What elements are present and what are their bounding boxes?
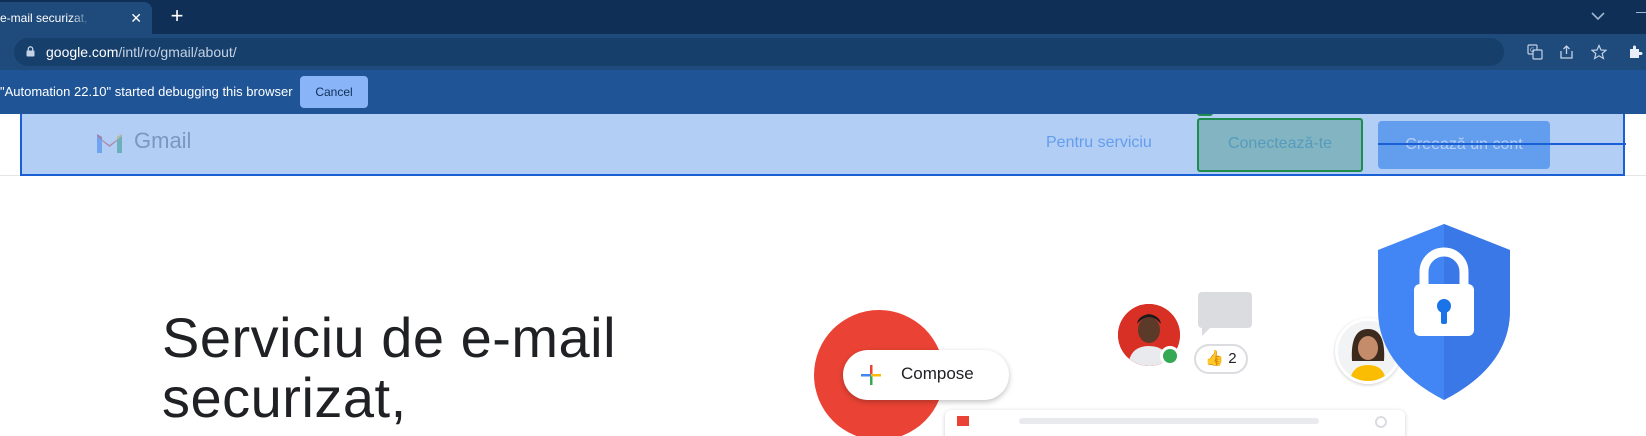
tab-title: Gmail: e-mail securizat, privat și gratu… <box>0 11 90 25</box>
sign-in-button[interactable]: Conectează-te <box>1197 118 1363 170</box>
star-icon[interactable] <box>1591 44 1607 60</box>
thumbs-up-icon: 👍 <box>1205 350 1225 367</box>
tab-search-icon[interactable] <box>1588 6 1608 26</box>
reaction-chip: 👍 2 <box>1194 344 1248 374</box>
compose-label: Compose <box>901 364 974 383</box>
tab-close-icon[interactable]: ✕ <box>130 2 142 34</box>
gmail-mini-icon <box>957 416 969 426</box>
plus-icon <box>861 365 881 385</box>
browser-toolbar: google.com/intl/ro/gmail/about/ G <box>0 34 1646 70</box>
browser-tab[interactable]: Gmail: e-mail securizat, privat și gratu… <box>0 2 152 34</box>
new-tab-button[interactable]: + <box>164 4 190 30</box>
for-work-link[interactable]: Pentru serviciu <box>1046 134 1152 152</box>
hero-title: Serviciu de e-mail securizat, <box>162 308 682 428</box>
online-status-badge <box>1160 346 1180 366</box>
extensions-icon[interactable] <box>1627 44 1643 60</box>
svg-text:G: G <box>1530 47 1535 54</box>
logo-text[interactable]: Gmail <box>134 128 191 154</box>
hero-title-line-2: securizat, <box>162 366 407 429</box>
site-header: Gmail Pentru serviciu Conectează-te Cree… <box>0 114 1646 176</box>
lock-icon[interactable] <box>26 46 35 57</box>
infobar-message: "Automation 22.10" started debugging thi… <box>0 84 293 99</box>
target-icon <box>1197 114 1213 116</box>
translate-icon[interactable]: G <box>1527 44 1543 60</box>
hero-title-line-1: Serviciu de e-mail <box>162 306 617 369</box>
cancel-button[interactable]: Cancel <box>300 76 368 108</box>
page-content: Gmail Pentru serviciu Conectează-te Cree… <box>0 114 1646 436</box>
create-account-button[interactable]: Creează un cont <box>1378 121 1550 169</box>
reaction-count: 2 <box>1228 350 1237 367</box>
minimize-icon[interactable] <box>1636 12 1646 13</box>
placeholder-circle-icon <box>1375 416 1387 428</box>
url-host: google.com <box>46 44 119 60</box>
debugging-infobar: "Automation 22.10" started debugging thi… <box>0 70 1646 114</box>
chat-bubble-icon <box>1198 292 1252 336</box>
mail-preview-card <box>945 410 1405 436</box>
placeholder-bar <box>1019 418 1319 424</box>
url-path: /intl/ro/gmail/about/ <box>118 44 237 60</box>
compose-illustration-chip: Compose <box>843 350 1009 400</box>
shield-lock-icon <box>1378 224 1510 400</box>
address-bar[interactable]: google.com/intl/ro/gmail/about/ <box>14 38 1504 66</box>
gmail-logo-icon[interactable] <box>95 131 124 153</box>
url-text[interactable]: google.com/intl/ro/gmail/about/ <box>46 38 237 66</box>
tab-strip: Gmail: e-mail securizat, privat și gratu… <box>0 0 1646 34</box>
share-icon[interactable] <box>1559 44 1575 60</box>
